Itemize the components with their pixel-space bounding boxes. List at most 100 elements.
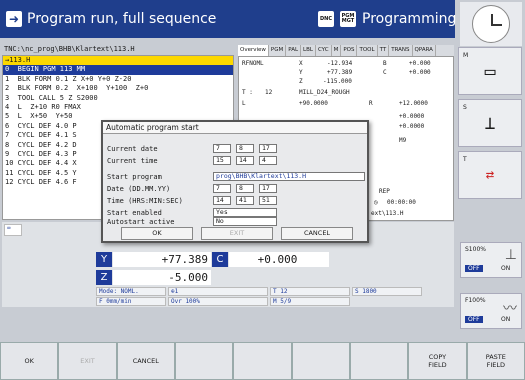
tab-tool[interactable]: TOOL [357,45,378,56]
tab-pal[interactable]: PAL [286,45,302,56]
rep-label: REP [379,188,390,195]
spindle-override-gauge[interactable]: S100% ⊥ OFF ON [460,242,522,278]
dr-value: +0.0000 [399,123,425,130]
y-axis-value: +77.389 [113,252,211,267]
mode-info: Mode: NOML. [96,287,166,296]
auto-start-dialog: Automatic program start Current date 7 8… [101,120,369,243]
tab-lbl[interactable]: LBL [301,45,316,56]
feed-info: F 0mm/min [96,297,166,306]
tab-pgm[interactable]: PGM [269,45,287,56]
c-label: C [383,69,387,76]
pgm-mgt-key-icon: PGM MGT [340,11,356,27]
y-axis-label: Y [96,252,112,267]
m-function-info: M 5/9 [270,297,350,306]
z-value: -115.000 [323,78,352,85]
minute-field[interactable]: 41 [236,196,254,205]
start-enabled-field[interactable]: Yes [213,208,277,217]
m9-label: M9 [399,137,407,144]
keyboard-icon[interactable]: ⌨ [4,224,22,236]
spindle-on[interactable]: ON [501,265,510,272]
l-label: L [242,100,246,107]
feed-gauge-icon: 〰 [503,301,517,317]
x-label: X [299,60,303,67]
right-softkey-bar: M ▭ S ⊥ T ⇄ [458,47,522,203]
m-softkey[interactable]: M ▭ [458,47,522,95]
y-label: Y [299,69,303,76]
current-hour-field: 15 [213,156,231,165]
softkey-copy-field[interactable]: COPY FIELD [408,342,467,380]
autostart-label: Autostart active [107,218,175,226]
s-label: S [463,104,467,111]
exit-button[interactable]: EXIT [201,227,273,240]
softkey-cancel[interactable]: CANCEL [116,342,175,380]
t-softkey[interactable]: T ⇄ [458,151,522,199]
spindle-icon: ⊥ [484,112,496,134]
start-enabled-label: Start enabled [107,209,162,217]
program-line[interactable]: 2 BLK FORM 0.2 X+100 Y+100 Z+0 [3,84,233,93]
override-info: Ovr 100% [168,297,268,306]
tool-label: T : [242,89,253,96]
r-label: R [369,100,373,107]
feed-on[interactable]: ON [501,316,510,323]
machine-icon: ▭ [484,60,496,82]
autostart-field[interactable]: No [213,217,277,226]
program-line[interactable]: →113.H [3,56,233,66]
spindle-off[interactable]: OFF [465,265,483,272]
machine-mode-title[interactable]: ➜ Program run, full sequence [6,8,216,30]
x-value: -12.934 [327,60,353,67]
bottom-softkey-bar: OK EXIT CANCEL COPY FIELD PASTE FIELD [0,342,525,380]
dnc-key-icon: DNC [318,11,334,27]
programming-mode-title[interactable]: DNC PGM MGT Programming [318,8,456,30]
speed-info: S 1800 [352,287,422,296]
program-line[interactable]: 0 BEGIN PGM 113 MM [3,65,233,75]
c-axis-value: +0.000 [229,252,329,267]
feed-override-gauge[interactable]: F100% 〰 OFF ON [460,293,522,329]
softkey-empty-4[interactable] [349,342,409,380]
tab-cyc[interactable]: CYC [316,45,332,56]
current-minute-field: 14 [236,156,254,165]
program-ref: ext\113.H [371,210,404,217]
tool-name: MILL_D24_ROUGH [299,89,350,96]
program-line[interactable]: 1 BLK FORM 0.1 Z X+0 Y+0 Z-20 [3,75,233,84]
m-label: M [463,52,469,59]
year-field[interactable]: 17 [259,184,277,193]
softkey-empty-3[interactable] [291,342,350,380]
tab-pos[interactable]: POS [341,45,358,56]
spindle-icon: ⊕1 [168,287,268,296]
tab-trans[interactable]: TRANS [389,45,413,56]
month-field[interactable]: 8 [236,184,254,193]
feed-override-label: F100% [465,297,486,304]
date-label: Date (DD.MM.YY) [107,185,171,193]
tool-change-icon: ⇄ [485,167,495,183]
program-path: TNC:\nc_prog\BHB\Klartext\113.H [4,45,135,53]
tab-m[interactable]: M [332,45,342,56]
feed-off[interactable]: OFF [465,316,483,323]
current-month-field: 8 [236,144,254,153]
softkey-empty-2[interactable] [233,342,292,380]
program-line[interactable]: 4 L Z+10 R0 FMAX [3,103,233,112]
r-value: +12.0000 [399,100,428,107]
tab-tt[interactable]: TT [378,45,390,56]
ok-button[interactable]: OK [121,227,193,240]
clock-widget [460,2,522,46]
mode-title-label: Program run, full sequence [27,11,217,27]
day-field[interactable]: 7 [213,184,231,193]
programming-label: Programming [362,11,457,27]
hour-field[interactable]: 14 [213,196,231,205]
tab-qpara[interactable]: QPARA [413,45,436,56]
spindle-gauge-icon: ⊥ [504,247,517,263]
arrow-right-icon: ➜ [6,11,22,27]
softkey-ok[interactable]: OK [0,342,59,380]
softkey-empty-1[interactable] [174,342,234,380]
tool-info: T 12 [270,287,350,296]
softkey-exit[interactable]: EXIT [58,342,117,380]
tab-overview[interactable]: Overview [238,45,269,56]
cancel-button[interactable]: CANCEL [281,227,353,240]
second-field[interactable]: 51 [259,196,277,205]
clock-icon [472,5,510,43]
start-program-label: Start program [107,173,162,181]
program-line[interactable]: 3 TOOL CALL 5 Z S2000 [3,94,233,103]
start-program-field[interactable]: prog\BHB\Klartext\113.H [213,172,365,181]
softkey-paste-field[interactable]: PASTE FIELD [466,342,525,380]
s-softkey[interactable]: S ⊥ [458,99,522,147]
